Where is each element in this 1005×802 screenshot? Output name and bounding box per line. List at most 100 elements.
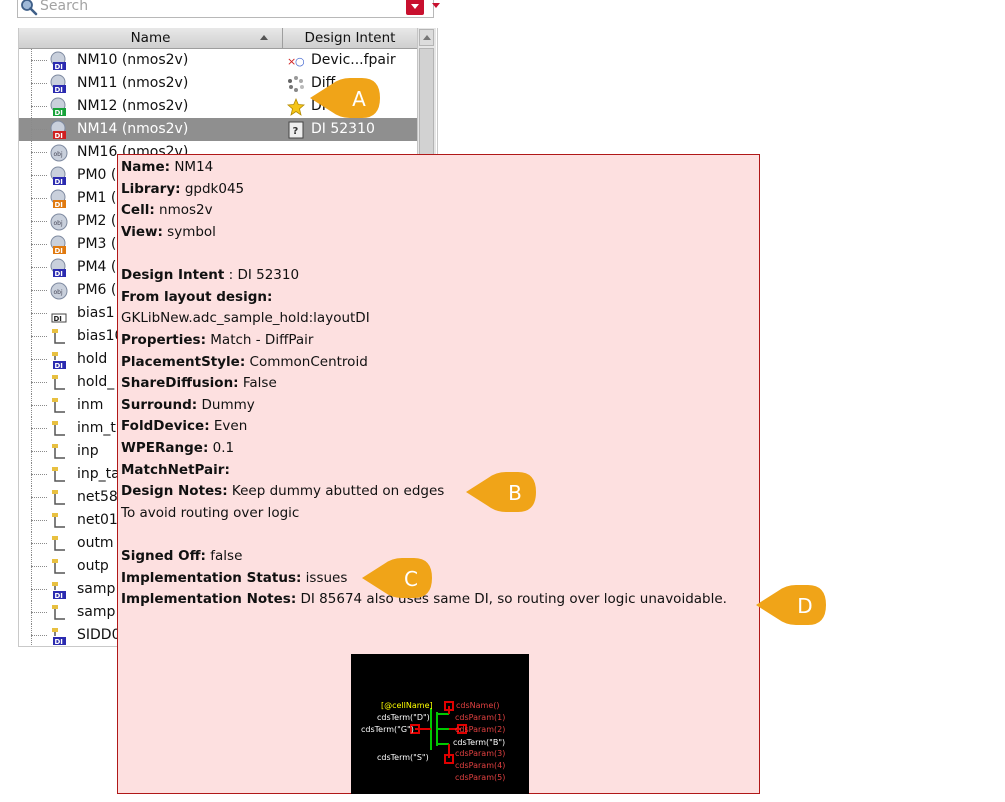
- column-header-name[interactable]: Name: [19, 28, 283, 48]
- callout-d: D: [756, 585, 828, 625]
- tree-row-label: NM14 (nmos2v): [77, 121, 189, 137]
- tree-branch: [31, 474, 47, 475]
- tooltip-cell: Cell: nmos2v: [121, 202, 213, 218]
- svg-text:DI: DI: [55, 132, 63, 140]
- tree-branch: [31, 635, 47, 636]
- tree-branch: [31, 175, 47, 176]
- tree-row-label: hold_: [77, 374, 115, 390]
- tree-branch: [31, 336, 47, 337]
- tree-row-label: samp: [77, 604, 116, 620]
- pin-icon: [52, 490, 65, 505]
- svg-text:DI: DI: [55, 109, 63, 117]
- svg-text:○: ○: [295, 55, 305, 68]
- tree-row-label: inm: [77, 397, 104, 413]
- tree-branch: [31, 129, 47, 130]
- tree-row-label: PM6 (: [77, 282, 117, 298]
- pin-di-icon: DI: [52, 628, 66, 646]
- symbol-preview-drawing: [@cellName] cdsName() cdsTerm("D") cdsTe…: [361, 701, 505, 782]
- tree-branch: [31, 520, 47, 521]
- callout-d-label: D: [797, 594, 813, 618]
- pin-icon: [52, 513, 65, 528]
- instance-di-orange-icon: DI: [50, 189, 66, 209]
- symbol-term-b: cdsTerm("B"): [453, 738, 505, 747]
- tooltip-signed-off: Signed Off: false: [121, 548, 243, 564]
- search-bar: [17, 0, 440, 18]
- instance-obj-icon: obj: [50, 213, 68, 231]
- tree-branch: [31, 290, 47, 291]
- tree-row-label: inp_ta: [77, 466, 120, 482]
- tree-row-label: NM10 (nmos2v): [77, 52, 189, 68]
- tooltip-name: Name: NM14: [121, 159, 214, 175]
- tree-branch: [31, 451, 47, 452]
- tree-row-label: net01: [77, 512, 118, 528]
- tooltip-match-net-pair: MatchNetPair:: [121, 462, 230, 478]
- scroll-up-button[interactable]: [419, 29, 434, 46]
- pin-di-icon: DI: [52, 582, 66, 600]
- filter-button[interactable]: [406, 0, 424, 15]
- spinner-icon: [288, 76, 304, 92]
- symbol-preview: [@cellName] cdsName() cdsTerm("D") cdsTe…: [351, 654, 529, 794]
- tree-branch: [31, 106, 47, 107]
- tree-row-label: bias1: [77, 305, 115, 321]
- dropdown-arrow-icon[interactable]: [432, 3, 440, 8]
- tree-branch: [31, 152, 47, 153]
- svg-text:obj: obj: [54, 151, 63, 158]
- tree-row-label: net58: [77, 489, 118, 505]
- tooltip-design-notes-line2: To avoid routing over logic: [121, 505, 300, 521]
- svg-text:obj: obj: [54, 289, 63, 296]
- tree-branch: [31, 60, 47, 61]
- tree-row[interactable]: DI NM10 (nmos2v) × ○ Devic...fpair: [19, 49, 417, 72]
- instance-di-blue-icon: DI: [50, 74, 66, 94]
- scroll-thumb[interactable]: [419, 48, 434, 168]
- instance-obj-icon: obj: [50, 282, 68, 300]
- tree-branch: [31, 497, 47, 498]
- design-intent-tooltip: Name: NM14 Library: gpdk045 Cell: nmos2v…: [117, 154, 760, 794]
- tooltip-view: View: symbol: [121, 224, 216, 240]
- callout-c-label: C: [404, 567, 418, 591]
- tree-row[interactable]: DI NM14 (nmos2v)? DI 52310: [19, 118, 417, 141]
- tooltip-from-layout-value: GKLibNew.adc_sample_hold:layoutDI: [121, 310, 370, 326]
- tree-branch: [31, 382, 47, 383]
- instance-di-orange-icon: DI: [50, 235, 66, 255]
- di-tag-icon: DI: [51, 313, 67, 323]
- svg-text:DI: DI: [55, 86, 63, 94]
- tree-row-design-intent: DI 52310: [311, 121, 375, 137]
- svg-text:?: ?: [293, 126, 299, 137]
- pin-icon: [52, 536, 65, 551]
- column-header-design-intent[interactable]: Design Intent: [283, 28, 417, 48]
- tooltip-placement-style: PlacementStyle: CommonCentroid: [121, 354, 368, 370]
- instance-obj-icon: obj: [50, 144, 68, 162]
- tooltip-design-notes: Design Notes: Keep dummy abutted on edge…: [121, 483, 445, 499]
- tooltip-from-layout: From layout design:: [121, 289, 273, 305]
- tooltip-share-diffusion: ShareDiffusion: False: [121, 375, 277, 391]
- column-header-name-label: Name: [130, 30, 171, 46]
- tooltip-wpe-range: WPERange: 0.1: [121, 440, 235, 456]
- tooltip-surround: Surround: Dummy: [121, 397, 255, 413]
- symbol-cell-name: [@cellName]: [381, 701, 433, 710]
- tree-branch: [31, 359, 47, 360]
- instance-di-red-icon: DI: [50, 120, 66, 140]
- tree-row-label: outm: [77, 535, 114, 551]
- instance-di-blue-icon: DI: [50, 258, 66, 278]
- symbol-term-d: cdsTerm("D"): [377, 713, 430, 722]
- pin-icon: [52, 444, 65, 459]
- tree-branch: [31, 244, 47, 245]
- symbol-param-1: cdsParam(1): [455, 713, 505, 722]
- symbol-param-3: cdsParam(3): [455, 749, 505, 758]
- instance-di-blue-icon: DI: [50, 166, 66, 186]
- tree-row-label: inp: [77, 443, 99, 459]
- svg-text:DI: DI: [55, 362, 63, 370]
- svg-text:DI: DI: [55, 178, 63, 186]
- tooltip-design-intent: Design Intent : DI 52310: [121, 267, 300, 283]
- callout-a-label: A: [352, 87, 366, 111]
- pin-icon: [52, 467, 65, 482]
- search-input[interactable]: [40, 0, 390, 15]
- tree-row-label: NM11 (nmos2v): [77, 75, 189, 91]
- tree-branch: [31, 612, 47, 613]
- tree-branch: [31, 267, 47, 268]
- search-icon: [21, 0, 38, 16]
- symbol-param-4: cdsParam(4): [455, 761, 505, 770]
- tree-branch: [31, 543, 47, 544]
- callout-c: C: [362, 558, 434, 598]
- sort-ascending-icon: [260, 35, 268, 40]
